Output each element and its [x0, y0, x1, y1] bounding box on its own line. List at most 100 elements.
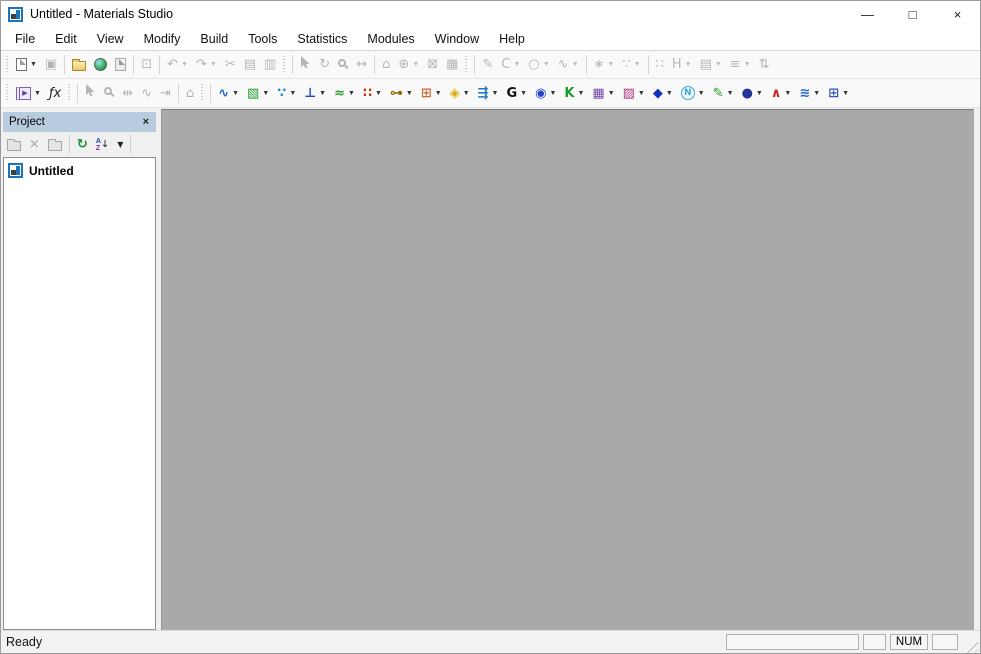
nanostructure-builder-icon: ∵ — [277, 85, 287, 101]
kinetics-module-icon: ● — [741, 85, 753, 101]
toolbar-grip[interactable] — [282, 55, 288, 74]
new-document-icon — [16, 58, 27, 71]
sheet-tool-button: ▤ ▼ — [696, 52, 726, 77]
gem-module-button[interactable]: ◆ ▼ — [649, 81, 677, 106]
materials-studio-logo-icon — [8, 163, 23, 178]
packing-module-button[interactable]: ◈ ▼ — [446, 81, 474, 106]
sketch-ring-dropdown-icon: ▼ — [542, 61, 550, 68]
menu-build[interactable]: Build — [190, 29, 238, 49]
viewer-icon: ⊡ — [141, 57, 153, 72]
measure-tool-dropdown-icon: ▼ — [405, 89, 413, 97]
toolbar-grip[interactable] — [464, 55, 470, 74]
sort-options-button[interactable]: ▼ — [113, 134, 127, 156]
reset-view-button: ⌂ — [378, 52, 394, 77]
amorphous-cell-button[interactable]: ≈ ▼ — [330, 81, 359, 106]
toolbar-grip[interactable] — [5, 84, 10, 102]
toolbar-grip[interactable] — [200, 84, 206, 102]
castep-module-button[interactable]: K ▼ — [560, 81, 588, 106]
spectrum-module-button[interactable]: ∧ ▼ — [767, 81, 796, 106]
adjust-hydrogen-icon: ∷ — [655, 57, 664, 72]
nanostructure-builder-dropdown-icon: ▼ — [289, 89, 297, 97]
project-panel-close-icon[interactable]: × — [140, 116, 152, 128]
menu-tools[interactable]: Tools — [238, 29, 287, 49]
project-panel-header: Project × — [3, 112, 156, 132]
polymer-builder-icon: ∿ — [218, 85, 230, 101]
add-atom-tool-icon: ∵ — [622, 57, 631, 72]
mesostructure-builder-button[interactable]: ⊥ ▼ — [300, 81, 330, 106]
kinetics-module-button[interactable]: ● ▼ — [738, 81, 767, 106]
sketch-arc-button: C ▼ — [497, 52, 524, 77]
dftb-module-button[interactable]: ⊞ ▼ — [417, 81, 446, 106]
dmol-module-button[interactable]: ▦ ▼ — [588, 81, 618, 106]
element-tool-icon: ∗ — [593, 57, 605, 72]
measure-tool-button[interactable]: ⊶ ▼ — [386, 81, 417, 106]
chart-viewer-button[interactable]: ▶ ▼ — [12, 81, 45, 106]
status-message: Ready — [6, 635, 43, 649]
sorption-module-icon: ✎ — [712, 85, 724, 101]
sort-arrow-icon: ↓ — [100, 138, 110, 150]
resize-grip[interactable] — [964, 639, 978, 653]
tree-item-label: Untitled — [29, 163, 74, 178]
paste-icon: ▥ — [264, 57, 277, 72]
vector-tool-button[interactable]: ⇶ ▼ — [474, 81, 503, 106]
maximize-button[interactable]: □ — [890, 1, 935, 27]
table-module-button[interactable]: ⊞ ▼ — [824, 81, 853, 106]
chart-viewer-dropdown-icon: ▼ — [34, 89, 41, 97]
polymer-builder-button[interactable]: ∿ ▼ — [214, 81, 243, 106]
menu-view[interactable]: View — [87, 29, 134, 49]
element-tool-dropdown-icon: ▼ — [607, 61, 615, 68]
delete-item-icon: × — [29, 137, 40, 152]
menu-window[interactable]: Window — [425, 29, 489, 49]
redo-dropdown-icon: ▼ — [209, 61, 217, 68]
sorption-module-button[interactable]: ✎ ▼ — [709, 81, 738, 106]
element-tool-button: ∗ ▼ — [590, 52, 619, 77]
spectrum-module-dropdown-icon: ▼ — [784, 89, 792, 97]
num-lock-indicator: NUM — [890, 634, 928, 650]
reset-view-button: ⌂ — [182, 81, 198, 106]
nanostructure-builder-button[interactable]: ∵ ▼ — [273, 81, 300, 106]
toolbar-separator — [474, 55, 476, 74]
function-tool-icon: ƒx — [48, 85, 62, 101]
qsar-module-button[interactable]: ≋ ▼ — [795, 81, 824, 106]
tree-item-untitled[interactable]: Untitled — [4, 162, 155, 179]
undo-button: ↶ ▼ — [163, 52, 192, 77]
menu-edit[interactable]: Edit — [45, 29, 87, 49]
minimize-button[interactable]: — — [845, 1, 890, 27]
center-view-dropdown-icon: ▼ — [412, 61, 420, 68]
sketch-atom-button: ✎ — [478, 52, 497, 77]
menu-file[interactable]: File — [5, 29, 45, 49]
symmetry-tool-button[interactable]: G ▼ — [502, 81, 531, 106]
symmetry-tool-dropdown-icon: ▼ — [520, 89, 528, 97]
sort-items-button[interactable]: A Z ↓ — [92, 134, 113, 156]
morphology-module-button[interactable]: ▨ ▼ — [619, 81, 649, 106]
open-button[interactable] — [68, 52, 90, 77]
dftb-module-dropdown-icon: ▼ — [434, 89, 442, 97]
new-folder-icon — [47, 139, 62, 151]
delete-item-button: × — [25, 134, 44, 156]
import-button[interactable] — [90, 52, 111, 77]
conformer-tool-button[interactable]: ◉ ▼ — [531, 81, 560, 106]
zoom-mode-icon — [338, 58, 347, 67]
sketch-ring-icon: ○ — [528, 57, 540, 72]
toolbar-grip[interactable] — [5, 55, 10, 74]
toolbar-separator — [64, 55, 66, 74]
menu-modules[interactable]: Modules — [357, 29, 424, 49]
amorphous-cell-dropdown-icon: ▼ — [348, 89, 355, 97]
menu-statistics[interactable]: Statistics — [287, 29, 357, 49]
polymer-builder-dropdown-icon: ▼ — [232, 89, 240, 97]
materials-studio-window: Untitled - Materials Studio — □ × File Ed… — [0, 0, 981, 654]
n-module-button[interactable]: N ▼ — [677, 81, 709, 106]
menu-modify[interactable]: Modify — [134, 29, 191, 49]
refresh-button[interactable]: ↻ — [73, 134, 92, 156]
fit-view-button: ⊠ — [423, 52, 442, 77]
n-module-icon: N — [680, 86, 695, 100]
toolbar-grip[interactable] — [67, 84, 73, 102]
crystal-builder-button[interactable]: ▧ ▼ — [243, 81, 273, 106]
menu-help[interactable]: Help — [489, 29, 535, 49]
function-tool-button[interactable]: ƒx — [45, 81, 65, 106]
new-document-button[interactable]: ▼ — [12, 52, 41, 77]
redo-button: ↷ ▼ — [192, 52, 221, 77]
mesocite-module-button[interactable]: ∷ ▼ — [359, 81, 386, 106]
hydrogen-tool-icon: H — [671, 57, 682, 72]
close-button[interactable]: × — [935, 1, 980, 27]
